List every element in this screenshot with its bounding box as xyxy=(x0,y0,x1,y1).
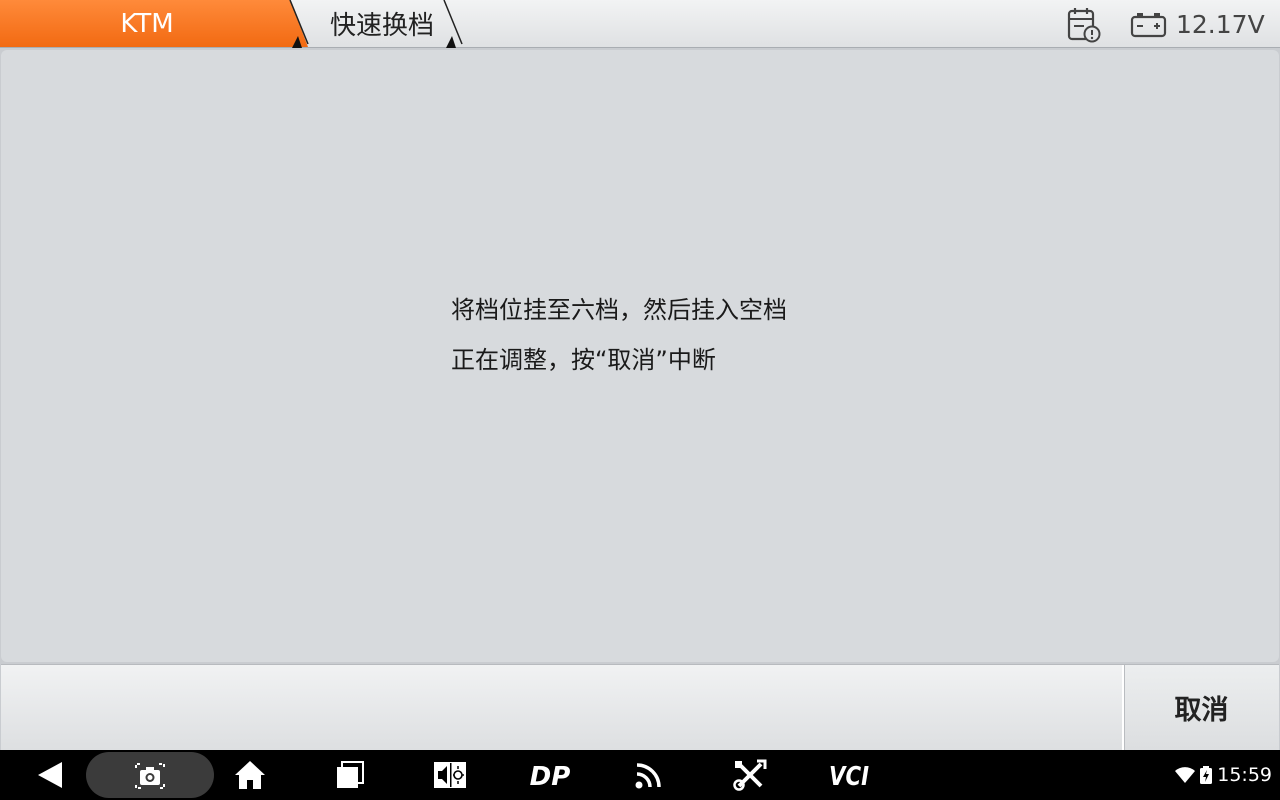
system-status-area: 15:59 xyxy=(1175,750,1272,800)
battery-status-icon xyxy=(1200,766,1213,784)
vci-button[interactable]: VCI xyxy=(826,750,874,800)
message-panel: 将档位挂至六档，然后挂入空档 正在调整，按“取消”中断 xyxy=(1,50,1279,662)
dp-icon: DP xyxy=(530,762,571,790)
system-nav-bar: DP VCI 15:59 xyxy=(0,750,1280,800)
wifi-icon xyxy=(1175,767,1196,783)
vci-label: VCI xyxy=(829,762,869,790)
cancel-button-label: 取消 xyxy=(1174,695,1229,726)
battery-voltage: 12.17V xyxy=(1176,9,1265,39)
screenshot-icon xyxy=(135,763,165,789)
action-bar: 取消 xyxy=(1,664,1279,750)
breadcrumb-end-icon xyxy=(443,0,463,48)
brightness-volume-icon xyxy=(434,762,466,788)
clock: 15:59 xyxy=(1217,764,1272,786)
home-icon xyxy=(235,761,265,789)
signal-icon xyxy=(635,763,661,789)
message-line-2: 正在调整，按“取消”中断 xyxy=(451,346,716,374)
vci-icon: VCI xyxy=(829,762,869,790)
tools-icon xyxy=(733,759,767,791)
breadcrumb-brand[interactable]: KTM xyxy=(0,0,308,47)
back-icon xyxy=(38,762,62,788)
cancel-button[interactable]: 取消 xyxy=(1122,665,1279,750)
top-header: KTM 快速换档 12.17V xyxy=(0,0,1280,48)
breadcrumb-page[interactable]: 快速换档 xyxy=(312,0,452,47)
battery-icon xyxy=(1130,13,1167,38)
tools-button[interactable] xyxy=(730,750,770,800)
recent-apps-icon xyxy=(337,761,364,788)
breadcrumb-separator-icon xyxy=(289,0,309,48)
report-clock-icon[interactable] xyxy=(1064,6,1102,44)
screenshot-icon-wrap xyxy=(130,750,170,800)
message-line-1: 将档位挂至六档，然后挂入空档 xyxy=(451,296,787,324)
breadcrumb-page-label: 快速换档 xyxy=(329,11,434,41)
back-button[interactable] xyxy=(30,750,70,800)
home-button[interactable] xyxy=(230,750,270,800)
app-window: KTM 快速换档 12.17V 将档位挂至六档，然后挂入空档 正在调整，按“取消… xyxy=(0,0,1280,800)
dp-label: DP xyxy=(530,762,571,790)
brightness-volume-button[interactable] xyxy=(430,750,470,800)
recent-apps-button[interactable] xyxy=(330,750,370,800)
message-text: 将档位挂至六档，然后挂入空档 正在调整，按“取消”中断 xyxy=(451,285,787,385)
signal-button[interactable] xyxy=(630,750,670,800)
breadcrumb-brand-label: KTM xyxy=(120,8,174,39)
dp-button[interactable]: DP xyxy=(524,750,576,800)
